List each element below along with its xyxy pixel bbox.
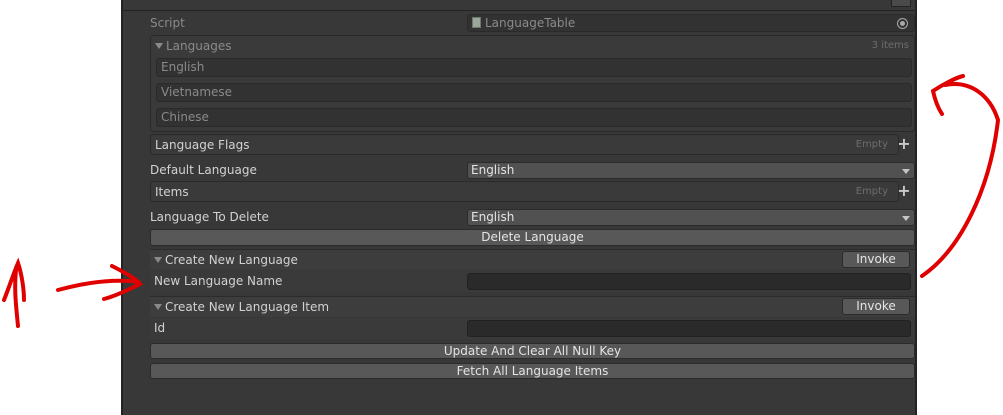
annotation-arrow-up-left — [2, 257, 26, 328]
annotation-layer — [2, 74, 1001, 328]
annotation-curved-arrow — [920, 74, 1001, 278]
annotation-arrow-right — [56, 264, 144, 301]
